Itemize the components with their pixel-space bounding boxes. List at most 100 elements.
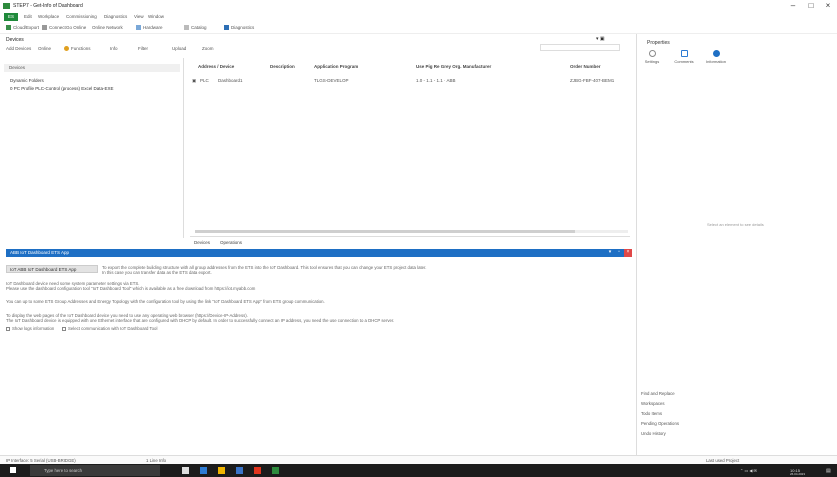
notification-icon[interactable]: ▤ [826,468,831,474]
cell-address[interactable]: PLC [200,78,209,83]
menu-item-edit[interactable]: Edit [24,14,32,19]
todo-items-item[interactable]: Todo Items [641,411,662,416]
app-icon[interactable] [254,467,261,474]
taskbar: Type here to search ⌃ ▭ ◀ ✉ 10:15 26.04.… [0,464,837,477]
information-tab[interactable]: Information [701,50,731,64]
add-devices-button[interactable]: Add Devices [6,46,31,51]
info-button[interactable]: Info [110,46,118,51]
edge-icon[interactable] [200,467,207,474]
tree-node-device[interactable]: 0 PC Profile PLC-Control (process) Excel… [10,86,114,91]
menu-item-commissioning[interactable]: Commissioning [66,14,97,19]
info-panel-content: IoT ABB IoT Dashboard ETS App To export … [6,257,632,447]
device-grid: Address / Device Description Application… [190,64,630,234]
online-button[interactable]: Online [38,46,51,51]
col-address[interactable]: Address / Device [198,64,234,69]
connect-icon [42,25,47,31]
bottom-tabs: Devices Operations [190,236,630,246]
upload-button[interactable]: Upload [172,46,186,51]
menu-item-view[interactable]: View [134,14,144,19]
properties-panel: Properties Settings Comments Information… [636,34,837,455]
info-text-4: Please use the dashboard configuration t… [6,286,256,291]
col-order-number[interactable]: Order Number [570,64,601,69]
comments-tab[interactable]: Comments [669,50,699,64]
search-input[interactable] [540,44,620,51]
diagnostics-button[interactable]: Diagnostics [224,25,254,31]
tree-header: Devices [4,64,180,72]
col-manufacturer[interactable]: Use Pig Re Grey Org. Manufacturer [416,64,491,69]
title-bar: STEP7 - Get-Info of Dashboard – □ × [0,0,837,12]
functions-icon [64,46,69,52]
taskbar-search[interactable]: Type here to search [30,465,160,476]
pending-operations-item[interactable]: Pending Operations [641,421,679,426]
cell-description[interactable]: Dashboard1 [218,78,243,83]
menu-tab-ets[interactable]: ES [4,13,18,21]
menu-bar: ES Edit Workplace Commissioning Diagnost… [0,12,837,22]
info-text-7: The IoT Dashboard device is equipped wit… [6,318,395,323]
horizontal-scrollbar[interactable] [195,230,628,233]
catalog-button[interactable]: Catalog [184,25,207,31]
comment-icon [680,50,688,57]
info-icon [712,50,720,57]
status-project: Last used Project [706,458,740,463]
menu-item-window[interactable]: Window [148,14,164,19]
panel-dropdown-icon[interactable]: ▾ [606,249,614,257]
app-selector[interactable]: IoT ABB IoT Dashboard ETS App [6,265,98,273]
go-online-button[interactable]: Go Online [66,25,86,30]
functions-button[interactable]: Functions [64,46,91,52]
maximize-button[interactable]: □ [804,1,818,11]
gear-icon [648,50,656,57]
device-tree: Devices Dynamic Folders 0 PC Profile PLC… [4,58,184,238]
export-button[interactable]: Cloud/Export [6,25,39,31]
tab-operations[interactable]: Operations [220,240,242,245]
minimize-button[interactable]: – [786,1,800,11]
hardware-button[interactable]: Hardware [136,25,163,31]
checkbox-box[interactable] [62,326,66,331]
close-button[interactable]: × [821,1,835,11]
online-network-button[interactable]: Online Network [92,25,123,30]
devices-header: Devices ▾ ▣ [0,34,636,44]
status-interface[interactable]: IP Interface: 5 Serial (USB-BRIDGE) [6,458,76,463]
filter-button[interactable]: Filter [138,46,148,51]
devices-title: Devices [6,37,24,43]
task-view-icon[interactable] [182,467,189,474]
windows-start-icon[interactable] [10,467,16,473]
cell-manufacturer[interactable]: 1.0 - 1.1 - 1.1 · ABB [416,78,456,83]
diagnostics-icon [224,25,229,31]
mail-icon[interactable] [236,467,243,474]
checkbox-box[interactable] [6,326,10,331]
menu-item-workplace[interactable]: Workplace [38,14,59,19]
app-logo-icon [3,3,10,9]
checkbox-communication[interactable]: Select communication with IoT Dashboard … [62,326,157,331]
scrollbar-thumb[interactable] [195,230,575,233]
catalog-icon [184,25,189,31]
tab-devices[interactable]: Devices [194,240,210,245]
cell-order-number[interactable]: ZJBG-FBF-407-BEM1 [570,78,614,83]
col-description[interactable]: Description [270,64,295,69]
date[interactable]: 26.04.2023 [790,472,805,476]
cell-application[interactable]: TLGS-DEVELOP [314,78,349,83]
menu-item-diagnostics[interactable]: Diagnostics [104,14,127,19]
find-replace-item[interactable]: Find and Replace [641,391,675,396]
window-title: STEP7 - Get-Info of Dashboard [13,3,83,9]
ets-icon[interactable] [272,467,279,474]
panel-pin-icon[interactable]: ▾ ▣ [596,36,605,42]
col-application[interactable]: Application Program [314,64,358,69]
settings-tab[interactable]: Settings [637,50,667,64]
undo-history-item[interactable]: Undo History [641,431,666,436]
hardware-icon [136,25,141,31]
info-panel-title: ABB IoT Dashboard ETS App [10,250,69,255]
file-explorer-icon[interactable] [218,467,225,474]
panel-close-button[interactable]: × [624,249,632,257]
toolbar: Cloud/Export Connect Go Online Online Ne… [0,22,837,34]
workspaces-item[interactable]: Workspaces [641,401,665,406]
export-icon [6,25,11,31]
info-text-2: In this case you can transfer data as th… [102,270,212,275]
tree-node-dynamic-folders[interactable]: Dynamic Folders [10,78,44,83]
status-bar: IP Interface: 5 Serial (USB-BRIDGE) 1 Li… [0,455,837,464]
system-tray-icons[interactable]: ⌃ ▭ ◀ ✉ [740,468,757,473]
connect-button[interactable]: Connect [42,25,66,31]
zoom-button[interactable]: Zoom [202,46,214,51]
properties-title: Properties [647,40,670,46]
checkbox-show-logs[interactable]: Show logs information [6,326,54,331]
panel-float-icon[interactable]: ▫ [615,249,623,257]
